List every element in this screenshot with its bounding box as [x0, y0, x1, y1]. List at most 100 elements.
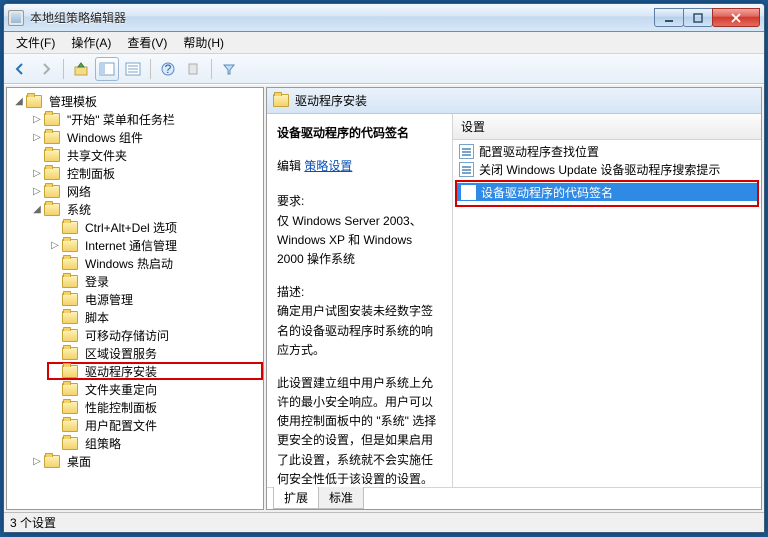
tree-label: 系统: [64, 200, 94, 219]
collapse-icon[interactable]: ◢: [13, 95, 25, 107]
tree-node-power[interactable]: 电源管理: [47, 290, 263, 308]
maximize-button[interactable]: [683, 8, 713, 27]
tree-node-start-menu[interactable]: ▷"开始" 菜单和任务栏: [29, 110, 263, 128]
close-button[interactable]: [712, 8, 760, 27]
highlight-annotation: 设备驱动程序的代码签名: [455, 180, 759, 207]
list-item-label: 配置驱动程序查找位置: [479, 143, 599, 160]
tree-label: Windows 组件: [64, 128, 146, 147]
tree-label: 可移动存储访问: [82, 326, 172, 345]
folder-icon: [62, 311, 78, 324]
selected-policy-title: 设备驱动程序的代码签名: [277, 124, 442, 143]
tree-node-control-panel[interactable]: ▷ 控制面板: [29, 164, 263, 182]
tree-label: 用户配置文件: [82, 416, 160, 435]
tree-pane[interactable]: ◢ 管理模板 ▷"开始" 菜单和任务栏 ▷ Windows 组件 共享文件夹 ▷ 控…: [6, 87, 264, 510]
list-item-code-signing[interactable]: 设备驱动程序的代码签名: [457, 183, 757, 201]
menu-help[interactable]: 帮助(H): [175, 31, 232, 54]
tree-label: 组策略: [82, 434, 124, 453]
list-column-header[interactable]: 设置: [453, 114, 761, 140]
tree-node-scripts[interactable]: 脚本: [47, 308, 263, 326]
tree-node-system[interactable]: ◢ 系统: [29, 200, 263, 218]
folder-icon: [44, 149, 60, 162]
tab-label: 扩展: [284, 491, 308, 505]
list-item-driver-location[interactable]: 配置驱动程序查找位置: [455, 142, 759, 160]
export-button[interactable]: [182, 57, 206, 81]
menu-view[interactable]: 查看(V): [119, 31, 175, 54]
description-label: 描述:: [277, 285, 304, 299]
folder-icon: [273, 94, 289, 107]
details-header: 驱动程序安装: [267, 88, 761, 114]
expand-icon[interactable]: ▷: [31, 167, 43, 179]
window-title: 本地组策略编辑器: [30, 9, 655, 26]
tree-node-user-profile[interactable]: 用户配置文件: [47, 416, 263, 434]
folder-icon: [44, 185, 60, 198]
menu-file[interactable]: 文件(F): [8, 31, 63, 54]
tree-label: 桌面: [64, 452, 94, 471]
tab-extended[interactable]: 扩展: [273, 487, 319, 509]
tree-node-perf-panel[interactable]: 性能控制面板: [47, 398, 263, 416]
tree-node-removable[interactable]: 可移动存储访问: [47, 326, 263, 344]
folder-icon: [62, 419, 78, 432]
titlebar[interactable]: 本地组策略编辑器: [4, 4, 764, 32]
settings-list[interactable]: 配置驱动程序查找位置 关闭 Windows Update 设备驱动程序搜索提示 …: [453, 140, 761, 487]
tree-label: Ctrl+Alt+Del 选项: [82, 218, 180, 237]
tree-node-network[interactable]: ▷ 网络: [29, 182, 263, 200]
tree-label: Internet 通信管理: [82, 236, 180, 255]
tree-node-ctrlaltdel[interactable]: Ctrl+Alt+Del 选项: [47, 218, 263, 236]
filter-button[interactable]: [217, 57, 241, 81]
edit-policy-link[interactable]: 策略设置: [304, 159, 352, 173]
tree-label: 网络: [64, 182, 94, 201]
tree-node-admin-templates[interactable]: ◢ 管理模板: [11, 92, 263, 110]
tree-node-folder-redir[interactable]: 文件夹重定向: [47, 380, 263, 398]
folder-icon: [62, 293, 78, 306]
tree-label: 管理模板: [46, 92, 100, 111]
back-button[interactable]: [8, 57, 32, 81]
collapse-icon[interactable]: ◢: [31, 203, 43, 215]
expand-icon[interactable]: ▷: [31, 185, 43, 197]
tree-node-locale[interactable]: 区域设置服务: [47, 344, 263, 362]
folder-icon: [44, 203, 60, 216]
tree-node-windows-components[interactable]: ▷ Windows 组件: [29, 128, 263, 146]
forward-button[interactable]: [34, 57, 58, 81]
menu-action[interactable]: 操作(A): [63, 31, 119, 54]
folder-icon: [62, 365, 78, 378]
tree-label: 共享文件夹: [64, 146, 130, 165]
show-hide-tree-button[interactable]: [95, 57, 119, 81]
tree-node-logon[interactable]: 登录: [47, 272, 263, 290]
expand-icon[interactable]: ▷: [31, 455, 43, 467]
tree-node-driver-install[interactable]: 驱动程序安装: [47, 362, 263, 380]
window: 本地组策略编辑器 文件(F) 操作(A) 查看(V) 帮助(H) ?: [3, 3, 765, 533]
view-tabs: 扩展 标准: [267, 487, 761, 509]
folder-icon: [62, 275, 78, 288]
folder-icon: [44, 167, 60, 180]
svg-text:?: ?: [165, 62, 172, 76]
list-view-button[interactable]: [121, 57, 145, 81]
expand-icon[interactable]: ▷: [31, 113, 43, 125]
policy-icon: [459, 144, 474, 159]
folder-icon: [62, 347, 78, 360]
tree-node-group-policy[interactable]: 组策略: [47, 434, 263, 452]
folder-icon: [44, 113, 60, 126]
up-button[interactable]: [69, 57, 93, 81]
requirements-text: 仅 Windows Server 2003、Windows XP 和 Windo…: [277, 214, 422, 266]
expand-icon[interactable]: ▷: [31, 131, 43, 143]
list-item-wu-prompt[interactable]: 关闭 Windows Update 设备驱动程序搜索提示: [455, 160, 759, 178]
minimize-button[interactable]: [654, 8, 684, 27]
details-header-title: 驱动程序安装: [295, 92, 367, 109]
help-button[interactable]: ?: [156, 57, 180, 81]
requirements-label: 要求:: [277, 194, 304, 208]
tree-label: Windows 热启动: [82, 254, 176, 273]
folder-icon: [62, 239, 78, 252]
tab-standard[interactable]: 标准: [318, 487, 364, 509]
status-text: 3 个设置: [10, 514, 56, 531]
folder-icon: [62, 329, 78, 342]
tree-node-desktop[interactable]: ▷ 桌面: [29, 452, 263, 470]
expand-icon[interactable]: ▷: [49, 239, 61, 251]
tree-node-shared-folders[interactable]: 共享文件夹: [29, 146, 263, 164]
folder-icon: [44, 455, 60, 468]
tree-label: 控制面板: [64, 164, 118, 183]
folder-icon: [62, 383, 78, 396]
tree-node-internet-comm[interactable]: ▷ Internet 通信管理: [47, 236, 263, 254]
tree-label: 驱动程序安装: [82, 362, 160, 381]
folder-icon: [26, 95, 42, 108]
tree-node-hotstart[interactable]: Windows 热启动: [47, 254, 263, 272]
